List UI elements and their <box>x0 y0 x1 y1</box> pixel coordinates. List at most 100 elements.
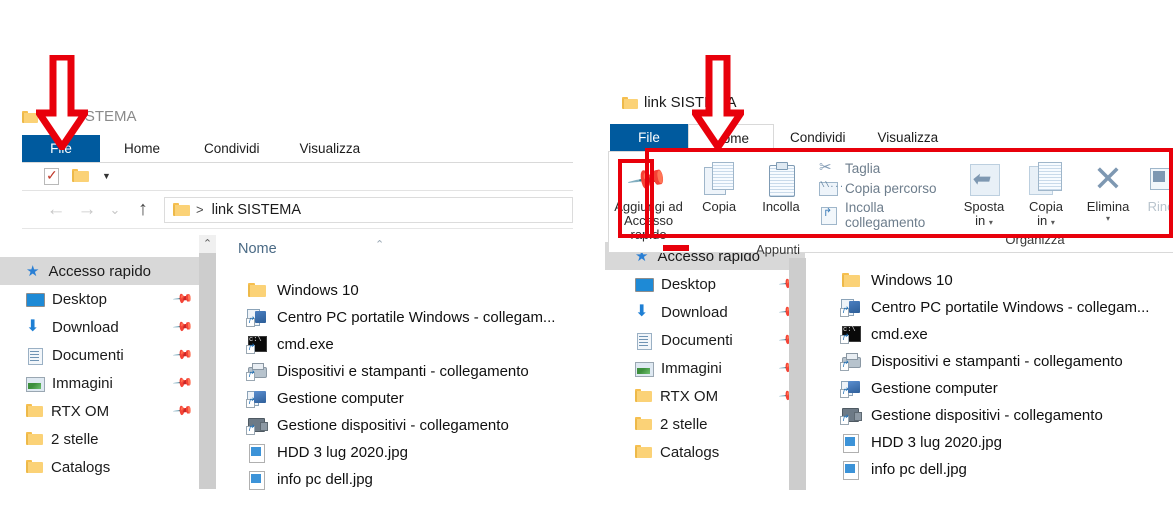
sidebar-item-immagini[interactable]: Immagini 📌 <box>605 354 805 382</box>
annotation-arrow-left <box>36 55 88 150</box>
forward-arrow-icon[interactable]: → <box>73 199 101 221</box>
nav-pane-scrollbar-left[interactable]: ⌃ <box>199 235 216 489</box>
list-item[interactable]: info pc dell.jpg <box>840 456 1173 483</box>
ribbon-tabstrip-right: File Home Condividi Visualizza <box>610 124 1010 151</box>
ribbon-group-label: Appunti <box>755 242 801 257</box>
list-item[interactable]: Gestione computer <box>246 385 580 412</box>
nav-header-label: Accesso rapido <box>48 262 152 280</box>
tab-condividi[interactable]: Condividi <box>184 135 280 162</box>
folder-icon <box>635 445 652 459</box>
scrollbar-thumb[interactable] <box>199 253 216 489</box>
sidebar-item-desktop[interactable]: Desktop 📌 <box>605 270 805 298</box>
sidebar-item-catalogs[interactable]: Catalogs <box>605 438 805 466</box>
list-item[interactable]: info pc dell.jpg <box>246 466 580 493</box>
column-header-label: Nome <box>238 241 277 257</box>
sidebar-item-2-stelle[interactable]: 2 stelle <box>605 410 805 438</box>
file-name: cmd.exe <box>871 326 928 343</box>
jpg-image-icon <box>840 460 861 480</box>
up-arrow-icon[interactable]: ↑ <box>129 198 157 221</box>
column-header-name-left[interactable]: Nome ⌃ <box>220 232 573 266</box>
recent-locations-icon[interactable]: ⌄ <box>104 202 126 218</box>
sidebar-item-label: 2 stelle <box>660 415 708 433</box>
pin-icon[interactable]: 📌 <box>172 372 194 395</box>
folder-icon <box>622 96 638 109</box>
sidebar-item-documenti[interactable]: Documenti 📌 <box>0 341 199 369</box>
command-prompt-icon <box>246 335 267 355</box>
file-name: HDD 3 lug 2020.jpg <box>871 434 1002 451</box>
pin-icon[interactable]: 📌 <box>172 344 194 367</box>
back-arrow-icon[interactable]: ← <box>42 199 70 221</box>
sidebar-item-rtx-om[interactable]: RTX OM 📌 <box>605 382 805 410</box>
file-name: Gestione computer <box>277 390 404 407</box>
sidebar-item-label: Immagini <box>661 359 722 377</box>
list-item[interactable]: Centro PC portatile Windows - collegam..… <box>246 304 580 331</box>
tab-home[interactable]: Home <box>100 135 184 162</box>
scroll-up-caret[interactable]: ⌃ <box>199 235 216 253</box>
pin-icon[interactable]: 📌 <box>172 400 194 423</box>
scrollbar-thumb[interactable] <box>789 258 806 490</box>
list-item[interactable]: Dispositivi e stampanti - collegamento <box>246 358 580 385</box>
sidebar-item-documenti[interactable]: Documenti 📌 <box>605 326 805 354</box>
pin-icon[interactable]: 📌 <box>172 316 194 339</box>
file-name: cmd.exe <box>277 336 334 353</box>
list-item[interactable]: Gestione computer <box>840 375 1173 402</box>
download-icon: ⬇ <box>635 302 649 320</box>
folder-icon <box>26 432 43 446</box>
devices-and-printers-shortcut-icon <box>840 352 861 372</box>
folder-icon <box>246 281 267 301</box>
address-input[interactable]: > link SISTEMA <box>164 196 573 223</box>
tab-visualizza[interactable]: Visualizza <box>862 124 955 151</box>
desktop-icon <box>26 292 45 307</box>
file-name: info pc dell.jpg <box>277 471 373 488</box>
list-item[interactable]: HDD 3 lug 2020.jpg <box>246 439 580 466</box>
device-manager-shortcut-icon <box>246 416 268 436</box>
list-item[interactable]: Gestione dispositivi - collegamento <box>246 412 580 439</box>
documents-icon <box>26 347 43 365</box>
folder-icon <box>840 271 861 291</box>
sidebar-item-download[interactable]: ⬇ Download 📌 <box>605 298 805 326</box>
customize-caret-icon[interactable]: ▼ <box>102 172 111 181</box>
properties-checkbox-icon[interactable] <box>44 167 59 185</box>
download-icon: ⬇ <box>26 317 40 335</box>
quick-access-toolbar-left: ▼ <box>22 163 573 191</box>
file-name: Windows 10 <box>277 282 359 299</box>
breadcrumb-separator: > <box>196 202 204 217</box>
computer-management-icon <box>840 379 861 399</box>
sidebar-item-2-stelle[interactable]: 2 stelle <box>0 425 199 453</box>
tab-visualizza[interactable]: Visualizza <box>280 135 381 162</box>
file-name: Windows 10 <box>871 272 953 289</box>
list-item[interactable]: Gestione dispositivi - collegamento <box>840 402 1173 429</box>
new-folder-icon[interactable] <box>72 169 89 184</box>
navigation-pane-right: ★ Accesso rapido Desktop 📌 ⬇ Download 📌 … <box>605 242 805 466</box>
annotation-pin-button-highlight <box>618 159 654 238</box>
command-prompt-icon <box>840 325 861 345</box>
sidebar-item-desktop[interactable]: Desktop 📌 <box>0 285 199 313</box>
file-name: Dispositivi e stampanti - collegamento <box>277 363 529 380</box>
tab-condividi[interactable]: Condividi <box>774 124 862 151</box>
file-name: Centro PC portatile Windows - collegam..… <box>871 299 1150 316</box>
pictures-icon <box>635 361 654 377</box>
pin-icon[interactable]: 📌 <box>172 288 194 311</box>
sidebar-item-rtx-om[interactable]: RTX OM 📌 <box>0 397 199 425</box>
sidebar-item-download[interactable]: ⬇ Download 📌 <box>0 313 199 341</box>
list-item[interactable]: Windows 10 <box>840 267 1173 294</box>
list-item[interactable]: Centro PC portatile Windows - collegam..… <box>840 294 1173 321</box>
folder-icon <box>173 202 190 217</box>
pictures-icon <box>26 376 45 392</box>
sidebar-item-catalogs[interactable]: Catalogs <box>0 453 199 481</box>
nav-header-quick-access[interactable]: ★ Accesso rapido <box>0 257 199 285</box>
list-item[interactable]: cmd.exe <box>246 331 580 358</box>
list-item[interactable]: Dispositivi e stampanti - collegamento <box>840 348 1173 375</box>
nav-pane-scrollbar-right[interactable] <box>789 258 806 490</box>
tab-file[interactable]: File <box>610 124 688 151</box>
sidebar-item-immagini[interactable]: Immagini 📌 <box>0 369 199 397</box>
windows-mobility-center-shortcut-icon <box>840 298 861 318</box>
list-item[interactable]: cmd.exe <box>840 321 1173 348</box>
file-name: Gestione dispositivi - collegamento <box>871 407 1103 424</box>
annotation-underline-marker <box>663 245 689 251</box>
list-item[interactable]: HDD 3 lug 2020.jpg <box>840 429 1173 456</box>
list-item[interactable]: Windows 10 <box>246 277 580 304</box>
jpg-image-icon <box>840 433 861 453</box>
annotation-ribbon-highlight <box>645 148 1173 238</box>
sidebar-item-label: Immagini <box>52 374 113 392</box>
